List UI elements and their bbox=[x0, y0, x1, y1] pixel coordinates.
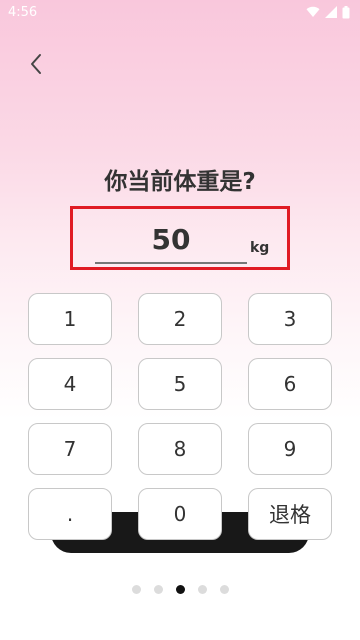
weight-value: 50 bbox=[151, 223, 191, 256]
key-decimal[interactable]: . bbox=[28, 488, 112, 540]
key-4[interactable]: 4 bbox=[28, 358, 112, 410]
key-0[interactable]: 0 bbox=[138, 488, 222, 540]
key-3[interactable]: 3 bbox=[248, 293, 332, 345]
page-dot-active bbox=[175, 585, 185, 594]
battery-icon bbox=[342, 5, 350, 18]
chevron-left-icon bbox=[31, 54, 41, 74]
status-time: 4:56 bbox=[8, 4, 38, 20]
key-6[interactable]: 6 bbox=[248, 358, 332, 410]
weight-unit: kg bbox=[250, 240, 270, 256]
page-indicator bbox=[0, 585, 360, 594]
key-1[interactable]: 1 bbox=[28, 293, 112, 345]
key-2[interactable]: 2 bbox=[138, 293, 222, 345]
wifi-icon bbox=[306, 6, 320, 18]
weight-input-highlight[interactable]: 50 kg bbox=[70, 206, 290, 270]
signal-icon bbox=[325, 6, 337, 18]
page-title: 你当前体重是? bbox=[104, 169, 256, 195]
key-5[interactable]: 5 bbox=[138, 358, 222, 410]
page-dot bbox=[219, 585, 229, 594]
key-8[interactable]: 8 bbox=[138, 423, 222, 475]
page-dot bbox=[131, 585, 141, 594]
page-dot bbox=[153, 585, 163, 594]
weight-underline bbox=[95, 262, 247, 264]
key-7[interactable]: 7 bbox=[28, 423, 112, 475]
key-9[interactable]: 9 bbox=[248, 423, 332, 475]
page-dot bbox=[197, 585, 207, 594]
status-icons bbox=[306, 5, 350, 19]
status-bar: 4:56 bbox=[0, 0, 360, 24]
back-button[interactable] bbox=[22, 50, 50, 78]
key-backspace[interactable]: 退格 bbox=[248, 488, 332, 540]
